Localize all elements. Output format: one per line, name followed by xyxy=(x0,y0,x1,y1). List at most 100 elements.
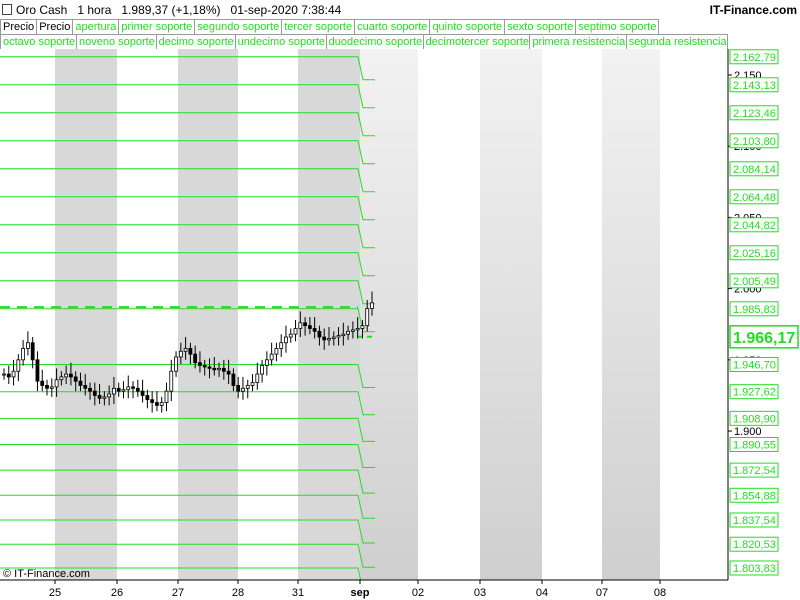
candle-body xyxy=(40,380,45,386)
level-price-label: 1.890,55 xyxy=(733,439,776,451)
time-axis-tick-label: 26 xyxy=(111,587,123,599)
candle-body xyxy=(183,348,188,352)
candle-body xyxy=(255,373,260,384)
candle-body xyxy=(241,387,245,392)
level-price-label: 1.946,70 xyxy=(733,360,776,372)
candle-body xyxy=(169,370,174,392)
legend-item-octavo-soporte[interactable]: octavo soporte xyxy=(0,34,77,49)
candle-body xyxy=(260,365,264,375)
legend-item-noveno-soporte[interactable]: noveno soporte xyxy=(76,34,157,49)
current-price-label: 1.966,17 xyxy=(733,330,795,347)
candle-body xyxy=(131,386,135,389)
time-axis-tick-label: 08 xyxy=(654,587,666,599)
candle-body xyxy=(83,385,88,389)
level-price-label: 2.025,16 xyxy=(733,248,776,260)
candle-body xyxy=(312,328,317,332)
price-chart: 2.1502.1002.0502.0001.9501.9002.162,792.… xyxy=(0,49,800,600)
candle-body xyxy=(346,330,351,335)
candle-body xyxy=(45,385,49,389)
candle-body xyxy=(116,387,121,392)
level-price-label: 2.064,48 xyxy=(733,192,776,204)
candle-body xyxy=(150,399,155,403)
candle-body xyxy=(245,385,250,389)
time-axis-tick-label: 03 xyxy=(474,587,486,599)
level-price-label: 2.162,79 xyxy=(733,52,776,64)
legend-item-primera-resistencia[interactable]: primera resistencia xyxy=(530,34,627,49)
legend-item-precio-2[interactable]: Precio xyxy=(37,19,74,35)
legend-item-duodecimo-soporte[interactable]: duodecimo soporte xyxy=(326,34,424,49)
legend-item-segundo-soporte[interactable]: segundo soporte xyxy=(195,19,283,35)
level-price-label: 1.872,54 xyxy=(733,465,776,477)
candle-body xyxy=(97,395,102,399)
level-price-label: 1.803,83 xyxy=(733,563,776,575)
candle-body xyxy=(336,335,341,338)
candle-body xyxy=(288,333,293,338)
candle-body xyxy=(231,373,236,386)
candle-body xyxy=(370,302,374,309)
candle-body xyxy=(21,348,26,361)
level-price-label: 2.044,82 xyxy=(733,220,776,232)
time-axis-tick-label: 25 xyxy=(49,587,61,599)
candle-body xyxy=(88,387,92,392)
candle-body xyxy=(293,328,298,335)
candle-body xyxy=(126,386,131,391)
timeframe: 1 hora xyxy=(77,3,112,17)
level-price-label: 1.927,62 xyxy=(733,387,776,399)
legend-item-quinto-soporte[interactable]: quinto soporte xyxy=(430,19,506,35)
candle-body xyxy=(164,390,169,403)
candle-body xyxy=(298,322,303,329)
legend-item-cuarto-soporte[interactable]: cuarto soporte xyxy=(355,19,431,35)
time-axis-tick-label: 07 xyxy=(596,587,608,599)
candle-body xyxy=(145,395,150,401)
legend-item-septimo-soporte[interactable]: septimo soporte xyxy=(576,19,660,35)
candle-body xyxy=(155,402,159,406)
level-price-label: 1.854,88 xyxy=(733,490,776,502)
candle-body xyxy=(274,348,279,355)
legend-item-decimo-soporte[interactable]: decimo soporte xyxy=(156,34,236,49)
legend-item-apertura[interactable]: apertura xyxy=(73,19,120,35)
candle-body xyxy=(49,386,54,389)
legend-item-tercer-soporte[interactable]: tercer soporte xyxy=(282,19,356,35)
candle-body xyxy=(121,389,126,392)
candle-body xyxy=(78,380,83,386)
candle-body xyxy=(135,387,140,392)
candle-body xyxy=(322,336,327,341)
level-price-label: 1.820,53 xyxy=(733,539,776,551)
candle-body xyxy=(140,390,145,396)
level-price-label: 2.123,46 xyxy=(733,108,776,120)
legend-item-decimotercer-soporte[interactable]: decimotercer soporte xyxy=(423,34,531,49)
time-axis-tick-label: 02 xyxy=(412,587,424,599)
candle-body xyxy=(54,379,59,388)
level-price-label: 2.143,13 xyxy=(733,80,776,92)
candle-body xyxy=(269,353,274,361)
candle-body xyxy=(350,329,355,332)
candle-body xyxy=(159,402,164,406)
candle-body xyxy=(193,353,198,364)
brand-label: IT-Finance.com xyxy=(709,3,797,17)
last-price: 1.989,37 xyxy=(121,3,169,17)
candle-body xyxy=(69,373,73,378)
candle-body xyxy=(221,367,226,372)
candle-body xyxy=(188,348,193,355)
level-price-label: 1.985,83 xyxy=(733,304,776,316)
legend-item-segunda-resistencia[interactable]: segunda resistencia xyxy=(626,34,728,49)
candle-body xyxy=(30,342,35,361)
level-price-label: 1.908,90 xyxy=(733,413,776,425)
time-axis-tick-label: sep xyxy=(351,587,370,599)
candle-body xyxy=(102,396,107,399)
candle-body xyxy=(307,325,312,329)
candle-body xyxy=(73,376,78,382)
candle-body xyxy=(341,333,346,337)
candle-body xyxy=(317,330,322,338)
candle-body xyxy=(226,370,231,375)
window-icon[interactable] xyxy=(2,4,12,15)
legend-item-primer-soporte[interactable]: primer soporte xyxy=(119,19,196,35)
legend-item-undecimo-soporte[interactable]: undecimo soporte xyxy=(235,34,327,49)
candle-body xyxy=(174,356,178,372)
legend-item-precio[interactable]: Precio xyxy=(0,19,38,35)
candle-body xyxy=(198,362,202,366)
candle-body xyxy=(327,338,331,341)
legend-item-sexto-soporte[interactable]: sexto soporte xyxy=(505,19,577,35)
candle-body xyxy=(202,365,207,368)
candle-body xyxy=(59,376,64,381)
